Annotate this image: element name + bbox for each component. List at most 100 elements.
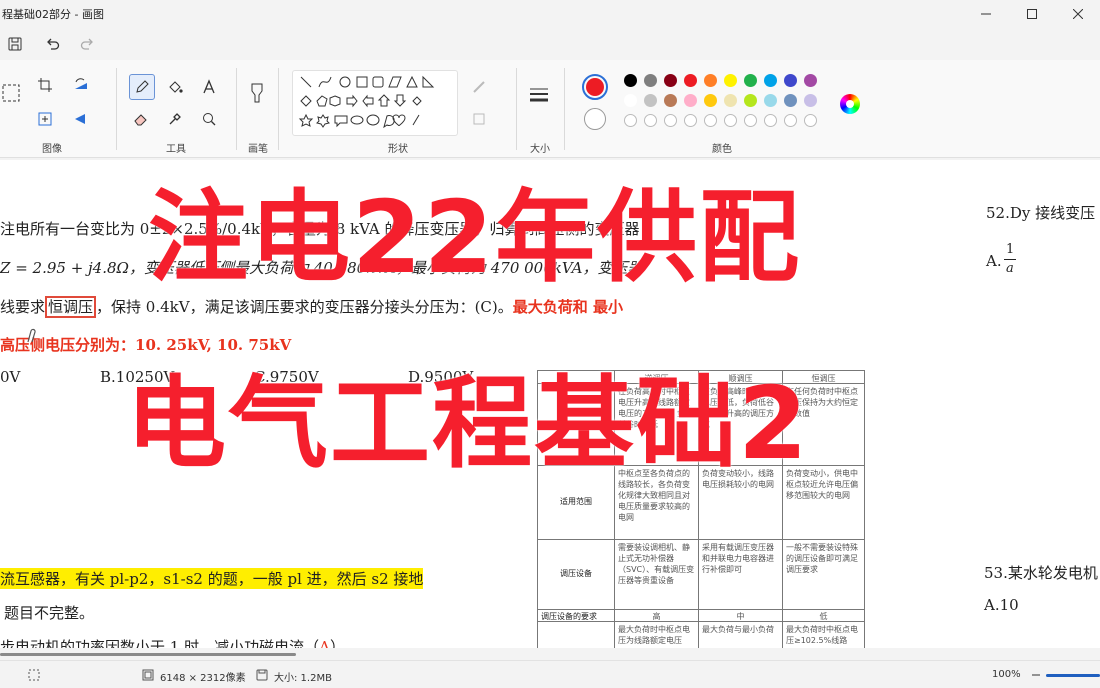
color-wheel-icon <box>846 100 854 108</box>
color-swatch[interactable] <box>764 94 777 107</box>
drawing-canvas[interactable]: 注电所有一台变比为 0±2×2.5%/0.4kV，容量为 8 kVA 的降压变压… <box>0 160 1100 648</box>
color-swatch[interactable] <box>664 114 677 127</box>
fill-button[interactable] <box>468 108 490 130</box>
color-swatch[interactable] <box>704 114 717 127</box>
text-tool[interactable] <box>198 76 220 98</box>
pencil-tool[interactable] <box>129 74 155 100</box>
overlay-title-line-1: 注电22年供配 <box>148 179 802 296</box>
color-swatch[interactable] <box>644 94 657 107</box>
image-size-icon <box>142 669 154 681</box>
color-swatch[interactable] <box>724 74 737 87</box>
color1-swatch <box>586 78 604 96</box>
color-swatch[interactable] <box>764 114 777 127</box>
color-swatch[interactable] <box>804 74 817 87</box>
zoom-slider[interactable] <box>1046 674 1100 677</box>
doc-line-3-red: 最大负荷和 最小 <box>512 298 623 316</box>
crop-button[interactable] <box>34 74 56 96</box>
group-label-colors: 颜色 <box>712 144 732 155</box>
color-swatch[interactable] <box>664 74 677 87</box>
save-icon <box>8 37 22 51</box>
color-swatch[interactable] <box>684 114 697 127</box>
cursor-icon <box>27 328 36 343</box>
selection-size-icon <box>28 669 40 681</box>
minimize-button[interactable] <box>966 0 1006 28</box>
rotate-button[interactable] <box>70 74 92 96</box>
shapes-gallery[interactable] <box>292 70 458 136</box>
overlay-title-line-2: 电气工程基础2 <box>126 365 810 482</box>
eraser-tool[interactable] <box>130 108 152 130</box>
color-swatch[interactable] <box>744 74 757 87</box>
group-label-tools: 工具 <box>166 144 186 155</box>
table-cell: 最大负荷与最小负荷 <box>698 622 782 648</box>
close-button[interactable] <box>1058 0 1098 28</box>
color-swatch[interactable] <box>684 74 697 87</box>
outline-icon <box>473 81 485 93</box>
magnifier-tool[interactable] <box>198 108 220 130</box>
color-swatch[interactable] <box>704 74 717 87</box>
text-icon <box>203 79 215 94</box>
brush-icon <box>251 83 263 103</box>
doc-line-7: 步电动机的功率因数小于 1 时，减小功磁电流（A） <box>0 636 345 648</box>
doc-line-7-answer: A <box>319 638 330 648</box>
color-swatch[interactable] <box>624 114 637 127</box>
select-icon <box>2 84 20 102</box>
fill-bucket-icon <box>169 81 183 93</box>
table-cell: 需要装设调相机、静止式无功补偿器（SVC）、有载调压变压器等贵重设备 <box>614 540 698 609</box>
table-cell: 最大负荷时中枢点电压为线路额定电压 <box>614 622 698 648</box>
save-button[interactable] <box>4 34 26 54</box>
size-button[interactable] <box>528 84 550 106</box>
flip-icon <box>75 114 85 124</box>
flip-button[interactable] <box>70 108 92 130</box>
group-label-size: 大小 <box>530 144 550 155</box>
option-a: 0V <box>0 368 21 386</box>
fraction-denominator: a <box>1006 261 1014 276</box>
edit-colors-button[interactable] <box>840 94 860 114</box>
constant-regulation-box: 恒调压 <box>45 296 97 318</box>
color1-selector[interactable] <box>582 74 608 100</box>
color-swatch[interactable] <box>744 94 757 107</box>
color-swatch[interactable] <box>704 94 717 107</box>
color2-selector[interactable] <box>584 108 606 130</box>
question-53: 53.某水轮发电机 <box>984 564 1098 582</box>
doc-line-7-text: 步电动机的功率因数小于 1 时，减小功磁电流（ <box>0 638 320 648</box>
horizontal-scrollbar[interactable] <box>0 648 1100 660</box>
resize-button[interactable] <box>34 108 56 130</box>
redo-button[interactable] <box>76 34 98 54</box>
color-swatch[interactable] <box>784 94 797 107</box>
color-swatch[interactable] <box>784 74 797 87</box>
question-52-option-a: A. <box>986 252 1002 270</box>
table-cell <box>538 622 614 648</box>
maximize-button[interactable] <box>1012 0 1052 28</box>
quick-access-toolbar <box>0 30 1100 58</box>
color-swatch[interactable] <box>804 94 817 107</box>
color-swatch[interactable] <box>624 94 637 107</box>
select-tool[interactable] <box>0 82 22 104</box>
color-swatch[interactable] <box>724 94 737 107</box>
color-swatch[interactable] <box>804 114 817 127</box>
scrollbar-thumb[interactable] <box>0 653 296 656</box>
table-row: 最大负荷时中枢点电压为线路额定电压 最大负荷与最小负荷 最大负荷时中枢点电压≥1… <box>538 621 864 648</box>
fraction-bar <box>1004 259 1016 260</box>
ribbon-separator <box>516 68 517 150</box>
doc-line-3: 线要求 恒调压 ，保持 0.4kV，满足该调压要求的变压器分接头分压为：(C)。最大… <box>0 296 623 318</box>
file-size-icon <box>256 669 268 681</box>
eraser-icon <box>134 114 147 126</box>
magnifier-icon <box>203 113 216 126</box>
color-swatch[interactable] <box>784 114 797 127</box>
outline-button[interactable] <box>468 76 490 98</box>
color-swatch[interactable] <box>764 74 777 87</box>
color-swatch[interactable] <box>624 74 637 87</box>
color-swatch[interactable] <box>684 94 697 107</box>
color-swatch[interactable] <box>724 114 737 127</box>
color-swatch[interactable] <box>744 114 757 127</box>
brushes-button[interactable] <box>246 82 268 104</box>
fill-icon <box>473 113 485 125</box>
image-dimensions: 6148 × 2312像素 <box>160 673 246 684</box>
zoom-out-icon[interactable] <box>1030 669 1042 681</box>
fill-tool[interactable] <box>164 76 186 98</box>
color-swatch[interactable] <box>664 94 677 107</box>
color-swatch[interactable] <box>644 74 657 87</box>
color-picker-tool[interactable] <box>164 108 186 130</box>
undo-button[interactable] <box>42 34 64 54</box>
color-swatch[interactable] <box>644 114 657 127</box>
